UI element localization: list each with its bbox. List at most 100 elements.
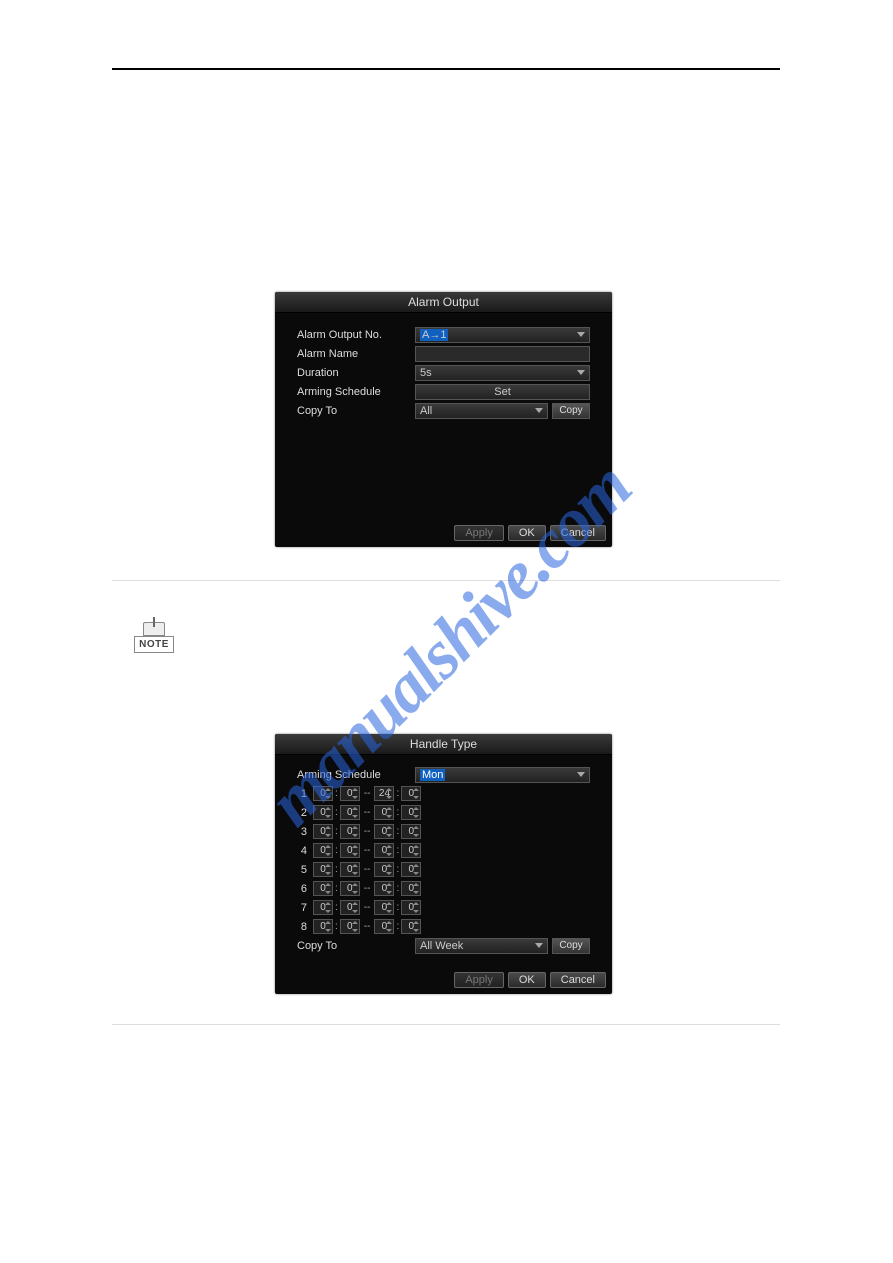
spinner-arrows-icon [325,788,331,799]
dash: -- [362,845,373,856]
time-spinner[interactable]: 0 [340,843,360,858]
row-arming-schedule: Arming Schedule Mon [297,765,590,784]
dash: -- [362,826,373,837]
row-number: 7 [297,902,307,914]
time-spinner[interactable]: 0 [401,919,421,934]
separator-rule [112,580,780,581]
dash: -- [362,864,373,875]
time-spinner[interactable]: 0 [374,862,394,877]
select-copy-to[interactable]: All Week [415,938,548,954]
select-alarm-output-no[interactable]: A→1 [415,327,590,343]
row-number: 1 [297,788,307,800]
time-spinner[interactable]: 0 [340,862,360,877]
spinner-arrows-icon [386,921,392,932]
row-number: 5 [297,864,307,876]
dash: -- [362,902,373,913]
spinner-arrows-icon [413,788,419,799]
label-arming-schedule: Arming Schedule [297,769,415,781]
select-duration[interactable]: 5s [415,365,590,381]
time-spinner[interactable]: 0 [340,900,360,915]
time-spinner[interactable]: 0 [313,843,333,858]
dash: -- [362,807,373,818]
time-spinner[interactable]: 0 [401,843,421,858]
cancel-button[interactable]: Cancel [550,972,606,988]
input-alarm-name[interactable] [415,346,590,362]
note-label: NOTE [134,636,174,653]
colon: : [396,883,399,894]
dialog-footer: Apply OK Cancel [454,972,606,988]
spinner-arrows-icon [386,807,392,818]
apply-button[interactable]: Apply [454,525,504,541]
row-number: 8 [297,921,307,933]
set-button[interactable]: Set [415,384,590,400]
time-spinner[interactable]: 0 [401,786,421,801]
time-spinner[interactable]: 0 [340,805,360,820]
time-spinner[interactable]: 0 [374,843,394,858]
time-spinner[interactable]: 0 [401,900,421,915]
cancel-button[interactable]: Cancel [550,525,606,541]
spinner-arrows-icon [413,845,419,856]
ok-button[interactable]: OK [508,972,546,988]
copy-button[interactable]: Copy [552,938,590,954]
chevron-down-icon [577,332,585,337]
dialog-title: Alarm Output [275,292,612,313]
time-spinner[interactable]: 0 [374,881,394,896]
row-alarm-name: Alarm Name [297,344,590,363]
spinner-arrows-icon [386,883,392,894]
chevron-down-icon [535,943,543,948]
spinner-arrows-icon [352,845,358,856]
time-spinner[interactable]: 0 [401,862,421,877]
time-spinner[interactable]: 0 [313,919,333,934]
chevron-down-icon [577,370,585,375]
spinner-arrows-icon [325,845,331,856]
copy-button[interactable]: Copy [552,403,590,419]
time-spinner[interactable]: 0 [340,824,360,839]
row-number: 2 [297,807,307,819]
spinner-arrows-icon [325,826,331,837]
select-day[interactable]: Mon [415,767,590,783]
schedule-row: 10:0--24:0 [297,784,590,803]
spinner-arrows-icon [352,788,358,799]
time-spinner[interactable]: 0 [313,862,333,877]
chevron-down-icon [577,772,585,777]
ok-button[interactable]: OK [508,525,546,541]
colon: : [335,883,338,894]
time-spinner[interactable]: 0 [313,881,333,896]
time-spinner[interactable]: 0 [340,881,360,896]
colon: : [396,864,399,875]
row-arming-schedule: Arming Schedule Set [297,382,590,401]
time-spinner[interactable]: 0 [313,805,333,820]
schedule-row: 40:0--0:0 [297,841,590,860]
select-value: 5s [420,367,432,379]
spinner-arrows-icon [413,807,419,818]
select-value: All Week [420,940,463,952]
time-spinner[interactable]: 0 [401,824,421,839]
spinner-arrows-icon [413,921,419,932]
spinner-arrows-icon [325,807,331,818]
time-spinner[interactable]: 0 [374,919,394,934]
time-spinner[interactable]: 0 [374,805,394,820]
spinner-arrows-icon [386,864,392,875]
apply-button[interactable]: Apply [454,972,504,988]
label-alarm-output-no: Alarm Output No. [297,329,415,341]
dash: -- [362,921,373,932]
time-spinner[interactable]: 0 [374,824,394,839]
colon: : [396,788,399,799]
time-spinner[interactable]: 0 [340,786,360,801]
select-copy-to[interactable]: All [415,403,548,419]
label-copy-to: Copy To [297,405,415,417]
time-spinner[interactable]: 0 [313,786,333,801]
colon: : [335,845,338,856]
spinner-arrows-icon [352,902,358,913]
time-spinner[interactable]: 0 [340,919,360,934]
time-spinner[interactable]: 24 [374,786,394,801]
spinner-arrows-icon [325,921,331,932]
time-spinner[interactable]: 0 [401,805,421,820]
spinner-arrows-icon [325,864,331,875]
time-spinner[interactable]: 0 [401,881,421,896]
time-spinner[interactable]: 0 [374,900,394,915]
time-spinner[interactable]: 0 [313,824,333,839]
note-icon: NOTE [134,622,174,660]
dash: -- [362,883,373,894]
time-spinner[interactable]: 0 [313,900,333,915]
